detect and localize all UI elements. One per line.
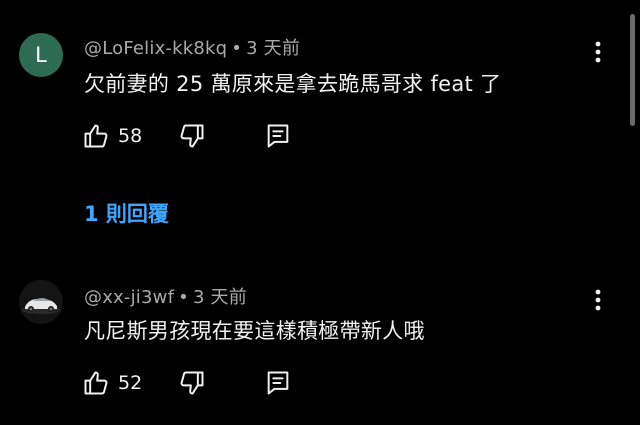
avatar[interactable] [19,280,63,324]
like-count: 58 [118,125,143,147]
comment-actions: 58 [82,122,382,152]
comments-section: L @LoFelix-kk8kq • 3 天前 欠前妻的 25 萬原來是拿去跪馬哥求… [0,0,640,425]
car-photo-icon [19,280,63,324]
comment-time[interactable]: 3 天前 [193,287,247,308]
scrollbar-thumb[interactable] [630,14,635,126]
meta-separator: • [178,287,189,308]
comment-time[interactable]: 3 天前 [246,38,300,59]
meta-separator: • [231,38,243,59]
comment-icon[interactable] [264,369,292,397]
thumb-up-icon[interactable] [82,122,110,150]
comment-text: 欠前妻的 25 萬原來是拿去跪馬哥求 feat 了 [84,72,502,96]
avatar[interactable]: L [19,33,63,77]
comment-icon[interactable] [264,122,292,150]
comment-author[interactable]: @xx-ji3wf [84,287,174,308]
avatar-letter: L [35,43,47,67]
thumb-down-icon[interactable] [178,369,206,397]
like-count: 52 [118,372,143,394]
comment-actions: 52 [82,369,382,399]
comment-author[interactable]: @LoFelix-kk8kq [84,38,227,59]
more-vert-icon[interactable] [586,288,610,312]
comment-text: 凡尼斯男孩現在要這樣積極帶新人哦 [84,319,425,343]
view-replies-button[interactable]: 1 則回覆 [84,198,169,228]
comment-meta: @xx-ji3wf • 3 天前 [84,283,247,309]
comment-item: L @LoFelix-kk8kq • 3 天前 欠前妻的 25 萬原來是拿去跪馬哥求… [0,26,620,226]
thumb-up-icon[interactable] [82,369,110,397]
comment-item: @xx-ji3wf • 3 天前 凡尼斯男孩現在要這樣積極帶新人哦 52 [0,275,620,415]
thumb-down-icon[interactable] [178,122,206,150]
more-vert-icon[interactable] [586,40,610,64]
comment-meta: @LoFelix-kk8kq • 3 天前 [84,34,300,60]
